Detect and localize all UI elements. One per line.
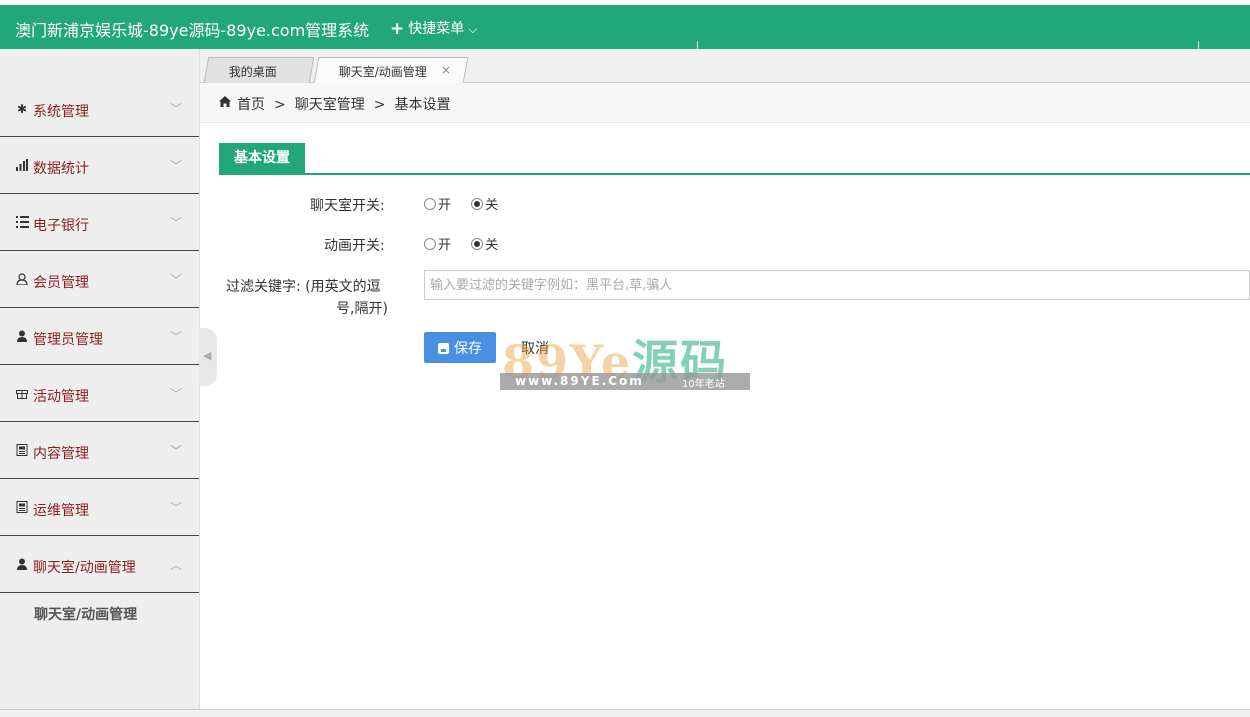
sidebar-item-label: 内容管理 bbox=[33, 446, 89, 462]
sidebar-item-ops[interactable]: 运维管理 ﹀ bbox=[0, 479, 199, 536]
tab-chatroom-animation[interactable]: 聊天室/动画管理 × bbox=[313, 57, 469, 83]
chevron-down-icon: ﹀ bbox=[170, 273, 183, 287]
submenu-item-chatroom-animation[interactable]: 聊天室/动画管理 bbox=[34, 604, 137, 624]
radio-label: 开 bbox=[438, 198, 452, 213]
chevron-down-icon: ﹀ bbox=[170, 330, 183, 344]
radio-label: 关 bbox=[485, 238, 499, 253]
save-button-label: 保存 bbox=[454, 340, 482, 357]
radio-button[interactable] bbox=[471, 238, 484, 250]
watermark-url: www.89YE.Com bbox=[515, 374, 644, 388]
sidebar-item-statistics[interactable]: 数据统计 ﹀ bbox=[0, 137, 199, 194]
sidebar-item-label: 活动管理 bbox=[33, 389, 89, 405]
chevron-down-icon: ﹀ bbox=[170, 444, 183, 458]
chevron-down-icon: ⌵ bbox=[468, 22, 478, 36]
top-bar: 澳门新浦京娱乐城-89ye源码-89ye.com管理系统 + 快捷菜单 ⌵ bbox=[0, 5, 1250, 49]
anim-switch-off-option[interactable]: 关 bbox=[471, 238, 498, 253]
sidebar-item-activities[interactable]: 活动管理 ﹀ bbox=[0, 365, 199, 422]
breadcrumb-separator: > bbox=[373, 97, 386, 113]
cancel-button[interactable]: 取消 bbox=[500, 332, 570, 363]
sidebar-item-label: 管理员管理 bbox=[33, 332, 103, 348]
anim-switch-on-option[interactable]: 开 bbox=[424, 238, 451, 253]
breadcrumb-level2: 基本设置 bbox=[394, 97, 451, 113]
sidebar-item-label: 电子银行 bbox=[33, 218, 89, 234]
section-header: 基本设置 bbox=[219, 143, 1250, 175]
anim-switch-radio-group: 开 关 bbox=[424, 234, 514, 253]
sidebar-item-label: 会员管理 bbox=[33, 275, 89, 291]
close-icon[interactable]: × bbox=[441, 63, 451, 77]
list-icon bbox=[15, 216, 29, 230]
quick-menu-label: 快捷菜单 bbox=[408, 21, 465, 37]
chat-switch-off-option[interactable]: 关 bbox=[471, 198, 498, 213]
sidebar-collapse-handle[interactable]: ◀ bbox=[199, 328, 217, 386]
gift-icon bbox=[15, 387, 29, 401]
radio-label: 关 bbox=[485, 198, 499, 213]
tab-my-desktop[interactable]: 我的桌面 bbox=[203, 57, 315, 83]
home-icon bbox=[219, 96, 231, 110]
radio-label: 开 bbox=[438, 238, 452, 253]
divider bbox=[697, 41, 698, 49]
bar-chart-icon bbox=[15, 159, 29, 173]
save-button[interactable]: 保存 bbox=[424, 332, 496, 363]
sidebar-item-ebank[interactable]: 电子银行 ﹀ bbox=[0, 194, 199, 251]
sidebar-item-system[interactable]: ✱ 系统管理 ﹀ bbox=[0, 80, 199, 137]
gear-icon: ✱ bbox=[16, 102, 28, 116]
save-icon bbox=[438, 342, 449, 354]
chat-switch-label: 聊天室开关: bbox=[310, 198, 385, 214]
radio-button[interactable] bbox=[424, 238, 436, 250]
breadcrumb-home[interactable]: 首页 bbox=[237, 97, 265, 113]
sidebar-item-label: 系统管理 bbox=[33, 104, 89, 120]
user-icon bbox=[15, 330, 29, 344]
anim-switch-label: 动画开关: bbox=[324, 238, 385, 254]
quick-menu-button[interactable]: + 快捷菜单 ⌵ bbox=[390, 18, 477, 39]
document-icon bbox=[15, 444, 29, 458]
breadcrumb-separator: > bbox=[274, 97, 286, 113]
document-icon bbox=[15, 501, 29, 515]
tab-label: 聊天室/动画管理 bbox=[338, 65, 427, 79]
watermark-strip bbox=[500, 373, 750, 390]
chevron-down-icon: ﹀ bbox=[170, 102, 183, 116]
radio-button[interactable] bbox=[471, 198, 484, 210]
keyword-input[interactable] bbox=[424, 270, 1250, 300]
section-title: 基本设置 bbox=[219, 143, 305, 173]
user-outline-icon bbox=[15, 273, 29, 287]
chevron-left-icon: ◀ bbox=[203, 349, 212, 362]
keyword-label-line2: 号,隔开) bbox=[336, 301, 388, 317]
plus-icon: + bbox=[390, 19, 405, 39]
chevron-down-icon: ﹀ bbox=[170, 216, 183, 230]
chevron-down-icon: ﹀ bbox=[170, 159, 183, 173]
tab-bar: 我的桌面 聊天室/动画管理 × bbox=[200, 49, 1250, 83]
sidebar-item-label: 运维管理 bbox=[33, 503, 89, 519]
sidebar-item-label: 数据统计 bbox=[33, 161, 89, 177]
user-icon bbox=[15, 558, 29, 572]
breadcrumb-level1[interactable]: 聊天室管理 bbox=[295, 97, 365, 113]
sidebar-item-admins[interactable]: 管理员管理 ﹀ bbox=[0, 308, 199, 365]
app-title: 澳门新浦京娱乐城-89ye源码-89ye.com管理系统 bbox=[15, 21, 370, 40]
watermark-tag: 10年老站 bbox=[682, 379, 725, 390]
sidebar-item-chatroom[interactable]: 聊天室/动画管理 ︿ bbox=[0, 536, 199, 593]
chevron-down-icon: ﹀ bbox=[170, 501, 183, 515]
radio-button[interactable] bbox=[424, 198, 436, 210]
breadcrumb-trail: 首页 > 聊天室管理 > 基本设置 bbox=[237, 94, 450, 114]
sidebar-item-label: 聊天室/动画管理 bbox=[33, 560, 136, 576]
breadcrumb: 首页 > 聊天室管理 > 基本设置 bbox=[200, 83, 1250, 123]
chevron-up-icon: ︿ bbox=[170, 558, 183, 572]
sidebar-item-members[interactable]: 会员管理 ﹀ bbox=[0, 251, 199, 308]
chat-switch-radio-group: 开 关 bbox=[424, 194, 514, 213]
sidebar-item-content[interactable]: 内容管理 ﹀ bbox=[0, 422, 199, 479]
chevron-down-icon: ﹀ bbox=[170, 387, 183, 401]
keyword-label-line1: 过滤关键字: (用英文的逗 bbox=[226, 279, 381, 295]
sidebar: ✱ 系统管理 ﹀ 数据统计 ﹀ 电子银行 ﹀ 会员管理 ﹀ 管理员管理 ﹀ 活动… bbox=[0, 49, 200, 709]
divider bbox=[1198, 41, 1199, 49]
chat-switch-on-option[interactable]: 开 bbox=[424, 198, 451, 213]
tab-label: 我的桌面 bbox=[228, 65, 277, 79]
